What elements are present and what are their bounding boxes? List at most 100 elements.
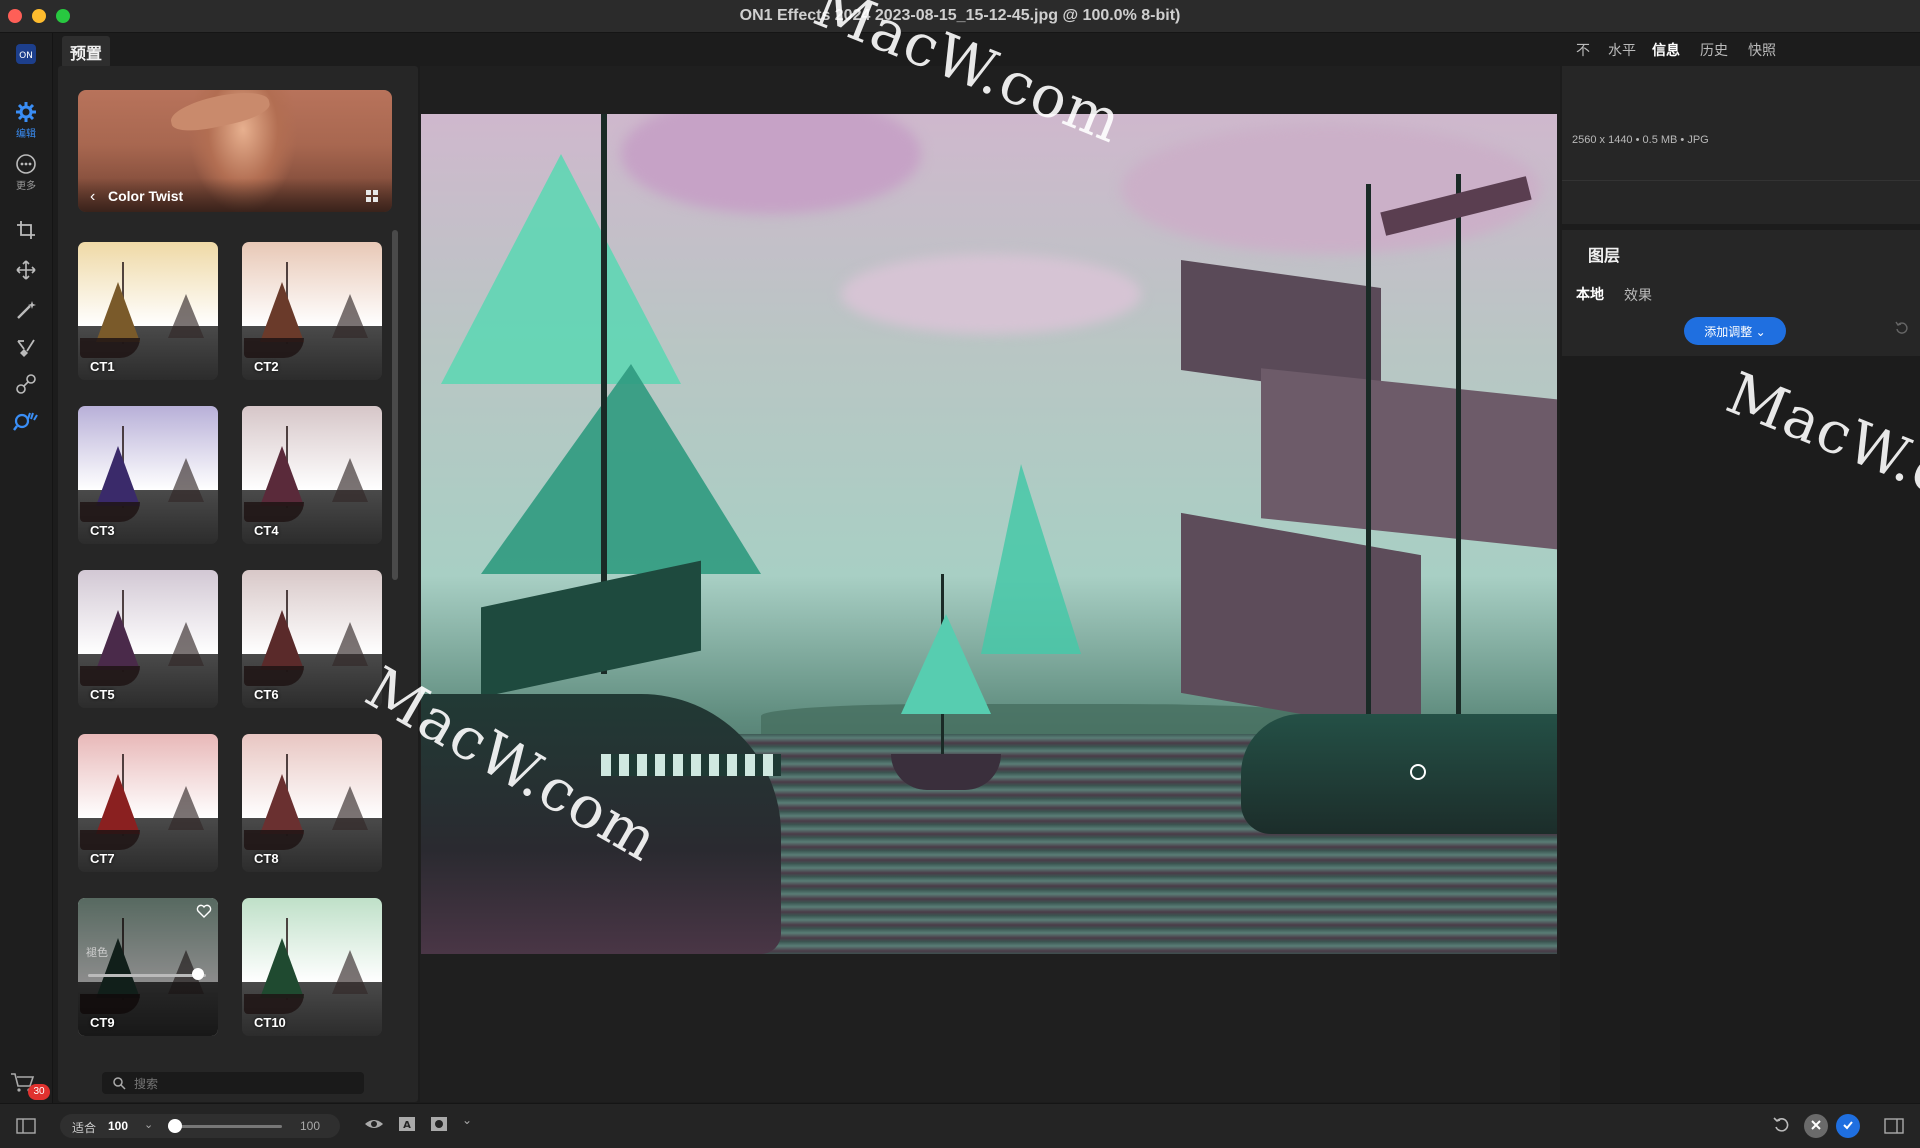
preset-thumbnail[interactable]: CT6	[242, 570, 382, 708]
photo-cloud	[841, 254, 1141, 334]
left-ship-windows	[601, 754, 781, 776]
tab-history[interactable]: 历史	[1700, 40, 1728, 60]
app-logo-icon: ON	[8, 43, 44, 65]
preset-label: CT8	[254, 851, 279, 866]
reset-icon[interactable]	[1772, 1116, 1790, 1134]
right-ship-mast	[1456, 174, 1461, 754]
toolstrip-more[interactable]: 更多	[8, 153, 44, 192]
thumb-ship	[332, 622, 368, 666]
preset-label: CT10	[254, 1015, 286, 1030]
back-chevron-icon[interactable]: ‹	[90, 188, 95, 206]
bottom-bar: 适合 100 ⌄ 100 A ⌄	[0, 1103, 1920, 1148]
thumb-ship	[168, 622, 204, 666]
right-ship-jib	[981, 464, 1081, 654]
tab-info[interactable]: 信息	[1652, 40, 1680, 60]
crop-tool[interactable]	[8, 219, 44, 241]
zoom-slider-track[interactable]	[168, 1125, 282, 1128]
category-title: Color Twist	[108, 188, 184, 204]
preset-label: CT6	[254, 687, 279, 702]
preset-label: CT7	[90, 851, 115, 866]
thumb-ship	[260, 610, 304, 670]
toolstrip-more-label: 更多	[16, 181, 36, 192]
preset-label: CT5	[90, 687, 115, 702]
zoom-slider-knob[interactable]	[168, 1119, 183, 1133]
svg-text:ON: ON	[19, 51, 33, 61]
zoom-max-value: 100	[300, 1119, 321, 1133]
magic-wand-tool[interactable]	[8, 299, 44, 321]
tool-strip: ON 编辑 更多	[0, 33, 53, 1103]
brush-tool[interactable]	[8, 337, 44, 359]
tab-effects[interactable]: 效果	[1624, 285, 1652, 305]
chevron-down-icon[interactable]: ⌄	[144, 1118, 153, 1131]
preset-search-box	[102, 1072, 364, 1094]
presets-scrollbar[interactable]	[392, 230, 398, 580]
thumb-ship	[332, 458, 368, 502]
tab-snapshots[interactable]: 快照	[1748, 40, 1776, 60]
preset-label: CT1	[90, 359, 115, 374]
clone-tool[interactable]	[8, 373, 44, 395]
fade-slider-track[interactable]	[88, 974, 206, 977]
image-info-text: 2560 x 1440 • 0.5 MB • JPG	[1572, 134, 1709, 146]
tab-local[interactable]: 本地	[1576, 284, 1604, 304]
thumb-ship	[96, 610, 140, 670]
reset-icon[interactable]	[1894, 320, 1910, 336]
fade-slider-knob[interactable]	[191, 968, 204, 980]
auto-icon[interactable]: A	[398, 1116, 416, 1132]
heart-icon[interactable]	[196, 904, 212, 918]
preset-thumbnail[interactable]: CT7	[78, 734, 218, 872]
close-icon	[1811, 1119, 1821, 1130]
right-ship-hull	[1241, 714, 1557, 834]
preset-label: CT3	[90, 523, 115, 538]
fit-button[interactable]: 适合	[72, 1119, 96, 1136]
main-photo[interactable]	[421, 114, 1557, 954]
layers-title: 图层	[1588, 248, 1621, 265]
search-input[interactable]	[132, 1074, 356, 1094]
left-ship-sail	[481, 364, 761, 574]
layers-panel: 图层 本地 效果 添加调整 ⌄	[1562, 230, 1920, 356]
cancel-button[interactable]	[1804, 1114, 1828, 1138]
right-panel-tabs: 不 水平 信息 历史 快照	[1560, 34, 1920, 64]
check-icon	[1843, 1120, 1853, 1129]
preset-category-header[interactable]: ‹ Color Twist	[78, 90, 392, 212]
zoom-value[interactable]: 100	[108, 1119, 128, 1133]
preset-thumbnail[interactable]: CT3	[78, 406, 218, 544]
tab-level[interactable]: 水平	[1608, 40, 1636, 60]
preset-thumbnail[interactable]: CT4	[242, 406, 382, 544]
toolstrip-edit-label: 编辑	[16, 129, 36, 140]
preset-thumbnail[interactable]: CT9 褪色	[78, 898, 218, 1036]
window-title: ON1 Effects 2024 2023-08-15_15-12-45.jpg…	[739, 7, 1181, 24]
cart-badge: 30	[28, 1084, 50, 1100]
more-icon	[16, 154, 36, 174]
crosshair-cursor	[1410, 764, 1426, 780]
right-panel-toggle-icon[interactable]	[1884, 1118, 1904, 1134]
magic-wand-icon	[17, 301, 36, 319]
preset-thumbnail[interactable]: CT2	[242, 242, 382, 380]
zoom-control: 适合 100 ⌄ 100	[60, 1114, 340, 1138]
thumb-ship	[332, 294, 368, 338]
preset-thumbnail[interactable]: CT10	[242, 898, 382, 1036]
apply-button[interactable]	[1836, 1114, 1860, 1138]
zoom-hand-icon	[13, 412, 38, 431]
preset-thumbnail[interactable]: CT5	[78, 570, 218, 708]
left-ship-sail	[441, 154, 681, 384]
preset-thumbnail[interactable]: CT1	[78, 242, 218, 380]
preview-eye-icon[interactable]	[364, 1116, 384, 1132]
left-panel-toggle-icon[interactable]	[16, 1118, 36, 1134]
tab-presets[interactable]: 预置	[62, 36, 111, 68]
thumb-ship	[260, 774, 304, 834]
info-panel: 2560 x 1440 • 0.5 MB • JPG	[1562, 66, 1920, 224]
zoom-hand-tool[interactable]	[8, 411, 44, 433]
tab-no[interactable]: 不	[1576, 40, 1590, 60]
preset-label: CT9	[90, 1015, 115, 1030]
chevron-down-icon[interactable]: ⌄	[462, 1113, 472, 1127]
thumb-ship	[260, 938, 304, 998]
preset-thumbnail[interactable]: CT8	[242, 734, 382, 872]
toolstrip-edit[interactable]: 编辑	[8, 101, 44, 140]
left-ship-flag	[481, 560, 701, 698]
move-tool[interactable]	[8, 259, 44, 281]
grid-view-icon[interactable]	[366, 190, 378, 202]
add-adjustment-button[interactable]: 添加调整 ⌄	[1684, 317, 1786, 345]
presets-tabbar: 预置	[58, 34, 418, 68]
mask-icon[interactable]	[430, 1116, 448, 1132]
clone-icon	[16, 374, 36, 394]
